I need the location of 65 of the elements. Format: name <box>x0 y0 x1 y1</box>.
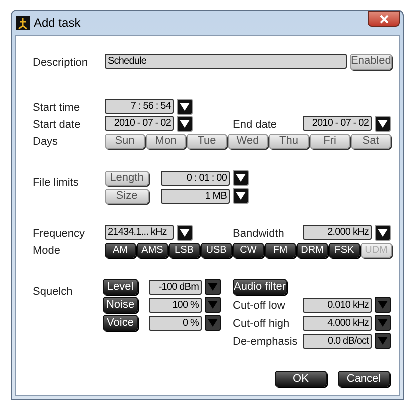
enabled-button[interactable]: Enabled <box>350 54 392 70</box>
day-toggle[interactable]: Sat <box>351 134 391 148</box>
mode-button[interactable]: CW <box>233 242 264 258</box>
value-field[interactable]: 0 : 01 : 00 <box>161 170 230 186</box>
field-label: Description <box>33 56 88 68</box>
value-field[interactable]: 2010 - 07 - 02 <box>105 116 174 131</box>
day-toggle[interactable]: Thu <box>269 134 309 148</box>
value-field[interactable]: 0.0 dB/oct <box>303 334 372 348</box>
caret-icon <box>378 120 388 128</box>
value-field[interactable]: Schedule <box>105 54 347 69</box>
field-label: Start time <box>33 102 80 114</box>
dialog-button[interactable]: OK <box>275 371 327 387</box>
field-label: Cut-off low <box>233 300 286 312</box>
mode-button[interactable]: DRM <box>297 242 328 258</box>
value-field[interactable]: -100 dBm <box>149 280 202 294</box>
dropdown-button[interactable] <box>177 98 193 114</box>
field-label: Mode <box>33 245 61 257</box>
dropdown-button[interactable] <box>177 116 193 132</box>
field-label: De-emphasis <box>233 336 298 348</box>
value-field[interactable]: 100 % <box>149 298 202 312</box>
value-field[interactable]: 2.000 kHz <box>303 225 372 240</box>
day-toggle[interactable]: Mon <box>146 134 186 148</box>
limit-button[interactable]: Size <box>105 188 149 204</box>
squelch-button[interactable]: Level <box>103 279 138 295</box>
caret-icon <box>180 228 190 236</box>
field-label: Start date <box>33 118 81 130</box>
value-field[interactable]: 2010 - 07 - 02 <box>303 116 372 131</box>
value-field[interactable]: 1 MB <box>161 188 230 204</box>
app-icon <box>16 16 30 30</box>
dialog-button[interactable]: Cancel <box>338 371 390 387</box>
dropdown-button[interactable] <box>233 188 249 204</box>
value-field[interactable]: 0 % <box>149 316 202 330</box>
dropdown-button[interactable] <box>375 224 391 240</box>
mode-button[interactable]: LSB <box>169 242 200 258</box>
mode-button[interactable]: AM <box>105 242 136 258</box>
day-toggle[interactable]: Wed <box>228 134 268 148</box>
limit-button[interactable]: Length <box>105 170 149 186</box>
field-label: File limits <box>33 177 79 189</box>
mode-button[interactable]: AMS <box>137 242 168 258</box>
field-label: Cut-off high <box>233 318 290 330</box>
field-label: Frequency <box>33 228 85 240</box>
squelch-button[interactable]: Voice <box>103 315 138 331</box>
field-label: Days <box>33 136 58 148</box>
day-toggle[interactable]: Tue <box>187 134 227 148</box>
value-field[interactable]: 4.000 kHz <box>303 316 372 330</box>
window-title: Add task <box>34 15 81 32</box>
day-toggle[interactable]: Sun <box>105 134 145 148</box>
dropdown-button[interactable] <box>375 116 391 132</box>
day-toggle[interactable]: Fri <box>310 134 350 148</box>
mode-button[interactable]: USB <box>201 242 232 258</box>
value-field[interactable]: 21434.1... kHz <box>105 225 174 240</box>
dropdown-button[interactable] <box>233 170 249 186</box>
audio-filter-button[interactable]: Audio filter <box>233 279 287 295</box>
caret-icon <box>378 228 388 236</box>
value-field[interactable]: 0.010 kHz <box>303 298 372 312</box>
close-icon <box>380 14 388 24</box>
field-label: End date <box>233 118 278 130</box>
close-button[interactable] <box>368 11 400 27</box>
mode-button[interactable]: FM <box>265 242 296 258</box>
field-label: Bandwidth <box>233 228 284 240</box>
value-field[interactable]: 7 : 56 : 54 <box>105 99 174 114</box>
dropdown-button[interactable] <box>177 224 193 240</box>
mode-button[interactable]: FSK <box>329 242 360 258</box>
squelch-button[interactable]: Noise <box>103 297 138 313</box>
field-label: Squelch <box>33 286 73 298</box>
